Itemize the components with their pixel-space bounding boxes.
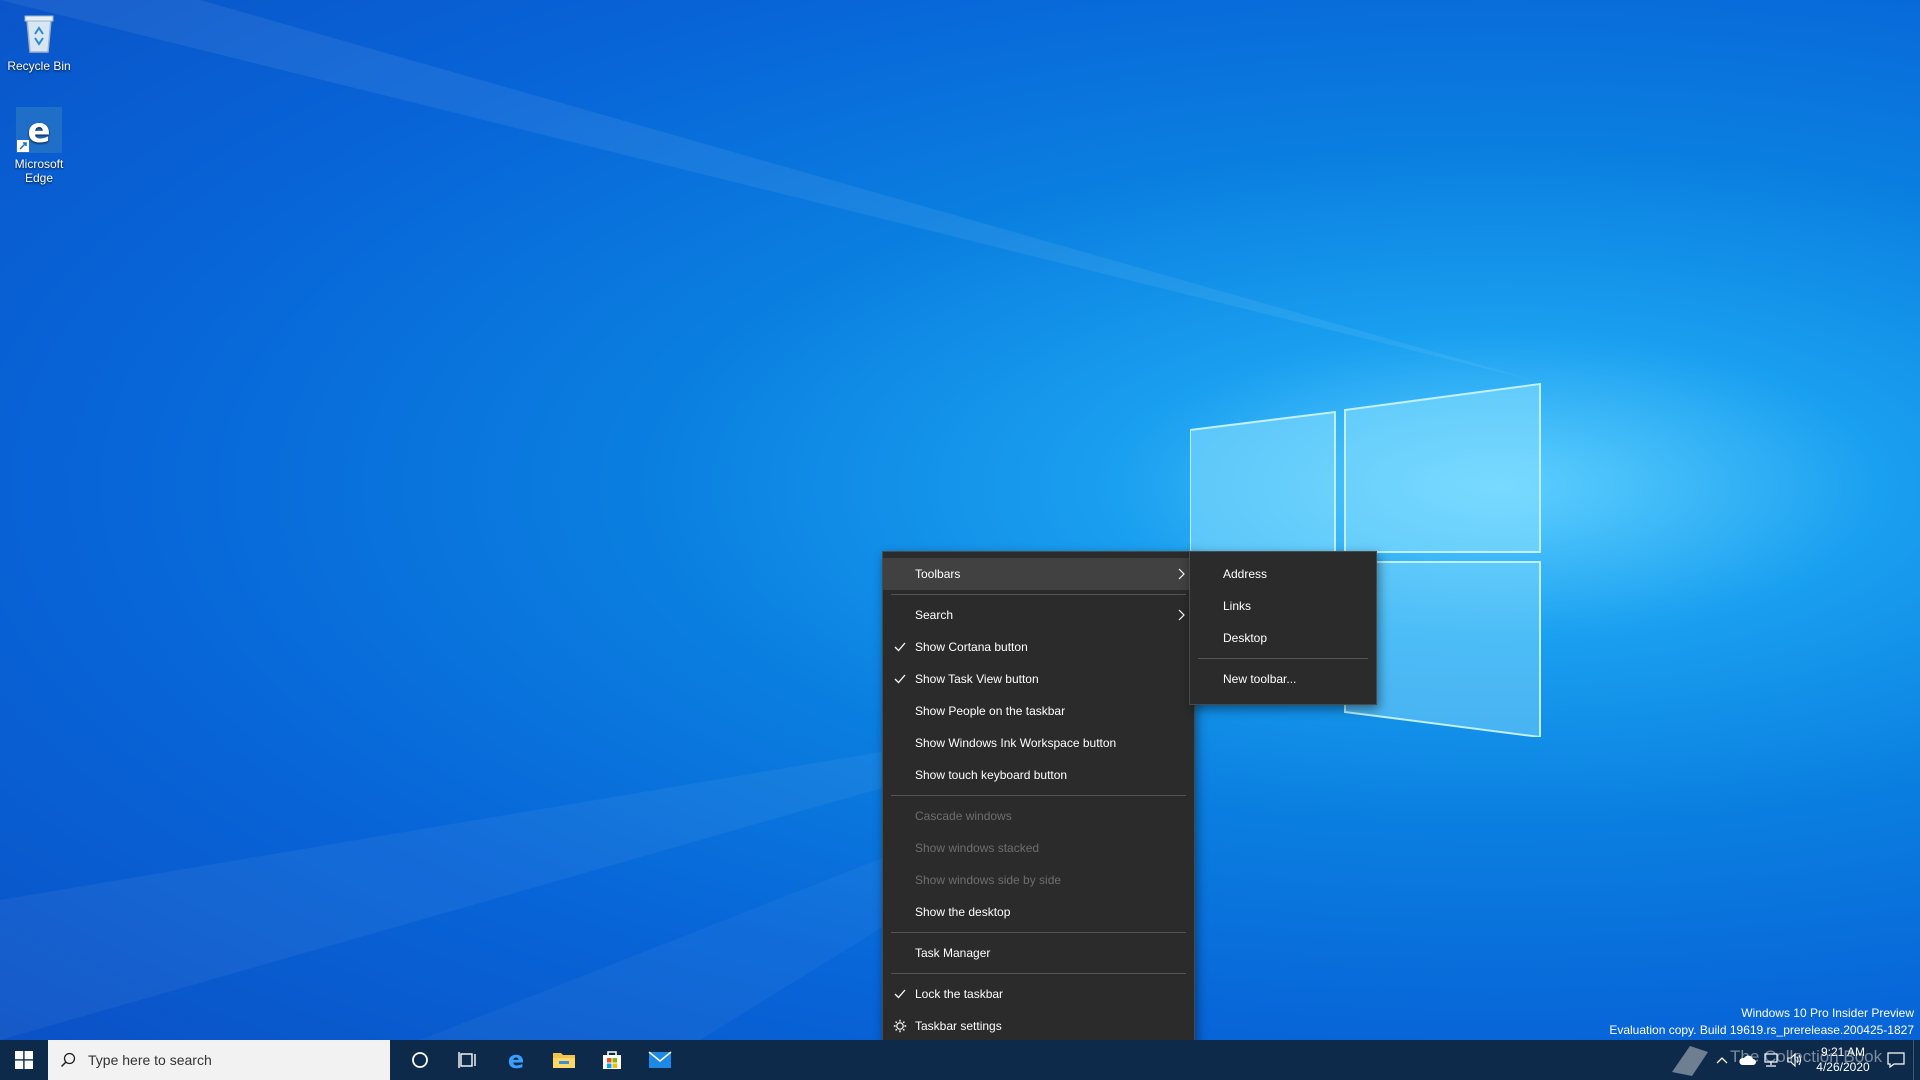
toolbars-submenu: Address Links Desktop New toolbar...: [1189, 551, 1377, 705]
chevron-right-icon: [1178, 568, 1185, 580]
submenu-item-new-toolbar[interactable]: New toolbar...: [1190, 663, 1376, 695]
menu-item-label: Desktop: [1223, 631, 1268, 645]
desktop-icon-label: Microsoft Edge: [14, 157, 64, 185]
menu-item-label: Task Manager: [915, 946, 991, 960]
menu-separator: [891, 594, 1186, 595]
menu-separator: [891, 973, 1186, 974]
menu-item-show-ink-workspace[interactable]: Show Windows Ink Workspace button: [883, 727, 1194, 759]
menu-item-label: Lock the taskbar: [915, 987, 1004, 1001]
edge-icon: e: [508, 1048, 524, 1072]
file-explorer-icon: [553, 1053, 575, 1068]
watermark-line-1: Windows 10 Pro Insider Preview: [1741, 1006, 1914, 1020]
menu-item-label: Search: [915, 608, 954, 622]
submenu-item-address[interactable]: Address: [1190, 558, 1376, 590]
menu-item-lock-taskbar[interactable]: Lock the taskbar: [883, 978, 1194, 1010]
taskbar-edge-button[interactable]: e: [492, 1040, 540, 1080]
mail-icon: [648, 1051, 672, 1068]
menu-item-label: Show windows side by side: [915, 873, 1062, 887]
menu-item-label: Address: [1223, 567, 1268, 581]
menu-item-windows-stacked: Show windows stacked: [883, 832, 1194, 864]
menu-item-show-cortana-button[interactable]: Show Cortana button: [883, 631, 1194, 663]
submenu-item-desktop[interactable]: Desktop: [1190, 622, 1376, 654]
menu-item-label: Show Task View button: [915, 672, 1039, 686]
taskbar-search-box[interactable]: Type here to search: [48, 1040, 390, 1080]
menu-item-show-people[interactable]: Show People on the taskbar: [883, 695, 1194, 727]
svg-text:e: e: [508, 1048, 524, 1072]
menu-item-label: Taskbar settings: [915, 1019, 1002, 1033]
checkmark-icon: [894, 642, 906, 652]
windows-start-icon: [15, 1051, 33, 1069]
taskbar-file-explorer-button[interactable]: [540, 1040, 588, 1080]
watermark-text: The Collection Book: [1730, 1047, 1883, 1066]
menu-item-label: Cascade windows: [915, 809, 1012, 823]
menu-item-show-touch-keyboard[interactable]: Show touch keyboard button: [883, 759, 1194, 791]
desktop-icon-label: Recycle Bin: [7, 59, 71, 73]
watermark-line-2: Evaluation copy. Build 19619.rs_prerelea…: [1609, 1023, 1914, 1037]
cortana-button[interactable]: [396, 1040, 444, 1080]
store-icon: [603, 1051, 621, 1069]
menu-item-cascade-windows: Cascade windows: [883, 800, 1194, 832]
menu-item-taskbar-settings[interactable]: Taskbar settings: [883, 1010, 1194, 1042]
task-view-icon: [458, 1052, 476, 1068]
menu-item-label: Show touch keyboard button: [915, 768, 1068, 782]
start-button[interactable]: [0, 1040, 48, 1080]
desktop-icon-recycle-bin[interactable]: Recycle Bin: [0, 8, 78, 73]
menu-separator: [891, 795, 1186, 796]
desktop-icon-edge[interactable]: e Microsoft Edge: [0, 106, 78, 185]
gear-icon: [893, 1019, 907, 1033]
taskbar-context-menu: Toolbars Search Show Cortana button Show…: [882, 551, 1195, 1051]
svg-text:e: e: [27, 111, 50, 151]
menu-item-windows-side-by-side: Show windows side by side: [883, 864, 1194, 896]
build-watermark: Windows 10 Pro Insider Preview Evaluatio…: [1609, 1005, 1914, 1039]
menu-item-label: Show Cortana button: [915, 640, 1028, 654]
checkmark-icon: [894, 674, 906, 684]
menu-item-show-task-view-button[interactable]: Show Task View button: [883, 663, 1194, 695]
taskbar-mail-button[interactable]: [636, 1040, 684, 1080]
site-watermark: The Collection Book: [1668, 1038, 1898, 1078]
menu-item-label: Toolbars: [915, 567, 961, 581]
taskbar-store-button[interactable]: [588, 1040, 636, 1080]
cortana-icon: [412, 1052, 428, 1068]
search-icon: [60, 1052, 76, 1068]
checkmark-icon: [894, 989, 906, 999]
menu-item-toolbars[interactable]: Toolbars: [883, 558, 1194, 590]
menu-item-label: New toolbar...: [1223, 672, 1297, 686]
book-icon: [1672, 1046, 1708, 1076]
menu-item-label: Show Windows Ink Workspace button: [915, 736, 1117, 750]
menu-item-task-manager[interactable]: Task Manager: [883, 937, 1194, 969]
edge-icon: e: [15, 106, 63, 154]
taskbar: Type here to search e 9:21 AM 4/26/2020: [0, 1040, 1920, 1080]
show-desktop-button[interactable]: [1913, 1040, 1920, 1080]
menu-item-label: Show People on the taskbar: [915, 704, 1066, 718]
menu-item-search[interactable]: Search: [883, 599, 1194, 631]
recycle-bin-icon: [15, 8, 63, 56]
menu-item-label: Links: [1223, 599, 1252, 613]
search-placeholder: Type here to search: [88, 1052, 212, 1068]
menu-item-label: Show the desktop: [915, 905, 1011, 919]
menu-separator: [1198, 658, 1368, 659]
menu-item-show-desktop[interactable]: Show the desktop: [883, 896, 1194, 928]
task-view-button[interactable]: [444, 1040, 492, 1080]
menu-item-label: Show windows stacked: [915, 841, 1040, 855]
menu-separator: [891, 932, 1186, 933]
chevron-right-icon: [1178, 609, 1185, 621]
submenu-item-links[interactable]: Links: [1190, 590, 1376, 622]
